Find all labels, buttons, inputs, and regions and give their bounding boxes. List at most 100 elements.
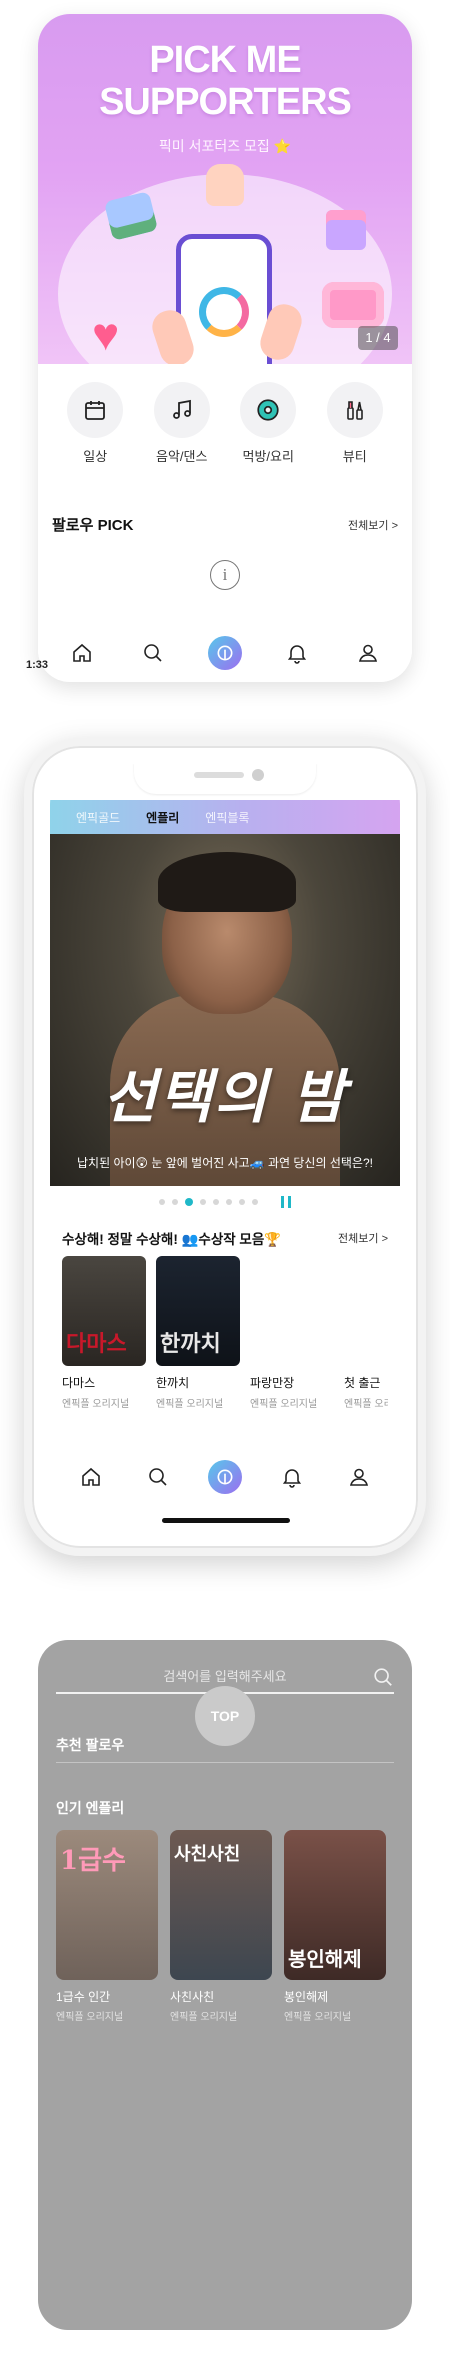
see-all-link[interactable]: 전체보기 > [348, 517, 398, 533]
carousel-dot[interactable] [226, 1199, 232, 1205]
search-icon[interactable] [134, 634, 172, 672]
bottom-nav [50, 1450, 400, 1504]
hero-title-line2: SUPPORTERS [99, 81, 352, 123]
card-title: 파랑만장 [250, 1376, 295, 1390]
thumbnail-title: 1급수 [60, 1846, 126, 1876]
gift-icon [326, 210, 366, 250]
content-card[interactable]: 다마스 다마스 엔픽플 오리지널 [62, 1256, 146, 1410]
divider [56, 1762, 394, 1763]
thumbnail-title: 봉인해제 [288, 1947, 362, 1971]
award-section-header: 수상해! 정말 수상해! 👥수상작 모음🏆 전체보기 > [62, 1228, 388, 1248]
award-cards: 다마스 다마스 엔픽플 오리지널 한까치 한까치 엔픽플 오리지널 파랑만장 엔… [62, 1256, 388, 1410]
carousel-dot[interactable] [239, 1199, 245, 1205]
app-logo-icon [199, 287, 249, 337]
carousel-dot[interactable] [185, 1198, 193, 1206]
play-logo-icon[interactable] [206, 1458, 244, 1496]
category-beauty[interactable]: 뷰티 [322, 382, 388, 472]
thumbnail-title: 다마스 [66, 1331, 127, 1357]
search-icon[interactable] [139, 1458, 177, 1496]
profile-icon[interactable] [340, 1458, 378, 1496]
card-title: 한까치 [156, 1376, 190, 1390]
content-card[interactable]: 봉인해제 봉인해제 엔픽플 오리지널 [284, 1830, 386, 2023]
carousel-dot[interactable] [159, 1199, 165, 1205]
follow-empty-state: i [38, 560, 412, 590]
bell-icon[interactable] [273, 1458, 311, 1496]
tab-enply[interactable]: 엔플리 [146, 809, 179, 826]
top-tabs: 엔픽골드 엔플리 엔픽블록 [50, 800, 400, 834]
front-camera [252, 769, 264, 781]
category-label: 먹방/요리 [242, 449, 294, 464]
thumbnail-title: 사친사친 [174, 1844, 241, 1865]
profile-icon[interactable] [349, 634, 387, 672]
card-subtitle: 엔픽플 오리지널 [56, 2012, 124, 2023]
card-subtitle: 엔픽플 오리지널 [156, 1399, 224, 1410]
calendar-icon [67, 382, 124, 438]
thumbs-up-icon [206, 164, 244, 206]
makeup-brush-icon [326, 382, 383, 438]
play-logo-icon[interactable] [206, 634, 244, 672]
music-note-icon [153, 382, 210, 438]
content-thumbnail: 다마스 [62, 1256, 146, 1366]
hero-banner[interactable]: PICK ME SUPPORTERS 픽미 서포터즈 모집 ⭐ ♥ 1 / 4 [38, 14, 412, 364]
content-card[interactable]: 첫 출근 엔픽플 오리지널 [344, 1256, 388, 1410]
section-title: 팔로우 PICK [52, 517, 134, 534]
pause-icon[interactable] [281, 1196, 291, 1208]
thumbnail-title: 한까치 [160, 1331, 221, 1357]
app-screen-enply: 엔픽골드 엔플리 엔픽블록 선택의 밤 납치된 아이😲 눈 앞에 벌어진 사고🚙… [50, 764, 400, 1530]
see-all-link[interactable]: 전체보기 > [338, 1230, 388, 1246]
content-card[interactable]: 파랑만장 엔픽플 오리지널 [250, 1256, 334, 1410]
category-music-dance[interactable]: 음악/댄스 [149, 382, 215, 472]
carousel-dot[interactable] [172, 1199, 178, 1205]
category-label: 일상 [83, 449, 108, 464]
category-food[interactable]: 먹방/요리 [235, 382, 301, 472]
hero-subtitle: 픽미 서포터즈 모집 ⭐ [158, 138, 292, 154]
content-card[interactable]: 1급수 1급수 인간 엔픽플 오리지널 [56, 1830, 158, 2023]
card-subtitle: 엔픽플 오리지널 [250, 1399, 318, 1410]
content-thumbnail: 사친사친 [170, 1830, 272, 1980]
category-row: 일상 음악/댄스 먹방/요리 뷰티 [38, 382, 412, 472]
home-icon[interactable] [72, 1458, 110, 1496]
chat-bubble-icon [322, 282, 384, 328]
bell-icon[interactable] [278, 634, 316, 672]
home-icon[interactable] [63, 634, 101, 672]
card-title: 사친사친 [170, 1990, 215, 2004]
category-label: 음악/댄스 [156, 449, 208, 464]
card-subtitle: 엔픽플 오리지널 [284, 2012, 352, 2023]
phone-frame: 엔픽골드 엔플리 엔픽블록 선택의 밤 납치된 아이😲 눈 앞에 벌어진 사고🚙… [24, 738, 426, 1556]
banner-caption: 납치된 아이😲 눈 앞에 벌어진 사고🚙 과연 당신의 선택은?! [77, 1156, 373, 1170]
home-indicator[interactable] [162, 1518, 290, 1523]
tab-enpick-block[interactable]: 엔픽블록 [205, 809, 249, 826]
bottom-nav [38, 626, 412, 680]
card-title: 다마스 [62, 1376, 96, 1390]
category-daily[interactable]: 일상 [62, 382, 128, 472]
tab-enpick-gold[interactable]: 엔픽골드 [76, 809, 120, 826]
phone-notch [134, 764, 316, 794]
card-title: 봉인해제 [284, 1990, 329, 2004]
popular-cards: 1급수 1급수 인간 엔픽플 오리지널 사친사친 사친사친 엔픽플 오리지널 봉… [56, 1830, 386, 2023]
content-thumbnail: 봉인해제 [284, 1830, 386, 1980]
info-icon: i [210, 560, 240, 590]
carousel-dot[interactable] [200, 1199, 206, 1205]
section-title: 수상해! 정말 수상해! 👥수상작 모음🏆 [62, 1232, 282, 1247]
speaker [194, 772, 244, 778]
card-subtitle: 엔픽플 오리지널 [62, 1399, 130, 1410]
content-card[interactable]: 사친사친 사친사친 엔픽플 오리지널 [170, 1830, 272, 2023]
heart-icon: ♥ [92, 308, 120, 360]
scroll-to-top-button[interactable]: TOP [195, 1686, 255, 1746]
featured-banner[interactable]: 선택의 밤 납치된 아이😲 눈 앞에 벌어진 사고🚙 과연 당신의 선택은?! [50, 834, 400, 1186]
card-subtitle: 엔픽플 오리지널 [344, 1399, 388, 1410]
carousel-dots [50, 1196, 400, 1208]
content-card[interactable]: 한까치 한까치 엔픽플 오리지널 [156, 1256, 240, 1410]
banner-page-indicator: 1 / 4 [358, 326, 398, 350]
status-bar-time: 1:33 [26, 659, 49, 671]
search-icon[interactable] [372, 1666, 394, 1688]
banner-figure-hair [158, 852, 296, 912]
carousel-dot[interactable] [252, 1199, 258, 1205]
category-label: 뷰티 [342, 449, 367, 464]
content-thumbnail: 한까치 [156, 1256, 240, 1366]
follow-pick-header: 팔로우 PICK 전체보기 > [52, 514, 398, 535]
carousel-dot[interactable] [213, 1199, 219, 1205]
card-title: 1급수 인간 [56, 1990, 111, 2004]
app-screen-search: TOP 추천 팔로우 인기 엔플리 1급수 1급수 인간 엔픽플 오리지널 사친… [38, 1640, 412, 2330]
search-input[interactable] [90, 1668, 360, 1684]
